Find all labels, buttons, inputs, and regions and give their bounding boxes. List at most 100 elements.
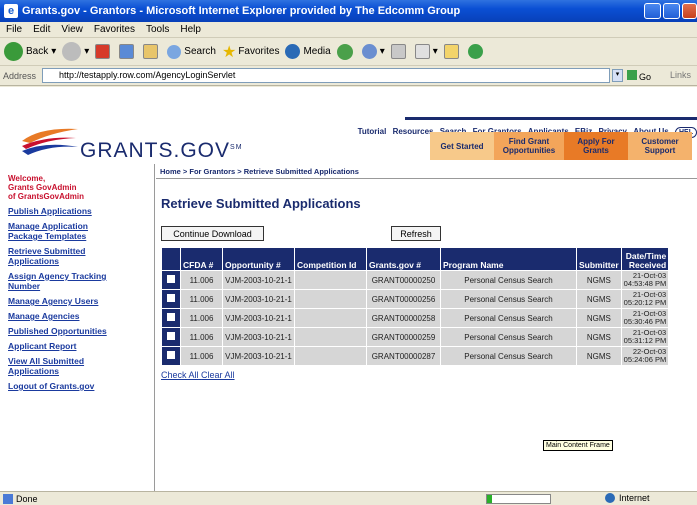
column-date-received: Date/Time Received — [620, 247, 670, 271]
sidebar-logout[interactable]: Logout of Grants.gov — [8, 381, 154, 391]
row-checkbox[interactable] — [161, 346, 181, 366]
forward-button[interactable]: ▾ — [62, 42, 89, 61]
opportunity-cell: VJM-2003-10-21-1 — [222, 289, 295, 309]
title-bar: e Grants.gov - Grantors - Microsoft Inte… — [0, 0, 697, 22]
sidebar-manage-agencies[interactable]: Manage Agencies — [8, 311, 154, 321]
grants-gov-cell: GRANT00000259 — [366, 327, 441, 347]
go-arrow-icon — [627, 70, 637, 80]
minimize-button[interactable] — [644, 3, 661, 19]
check-all-link[interactable]: Check All — [161, 370, 199, 380]
continue-download-button[interactable]: Continue Download — [161, 226, 264, 241]
menu-view[interactable]: View — [61, 24, 83, 35]
row-checkbox[interactable] — [161, 308, 181, 328]
competition-cell — [294, 289, 367, 309]
refresh-toolbar-button[interactable] — [119, 44, 137, 59]
breadcrumb[interactable]: Home > For Grantors > Retrieve Submitted… — [156, 164, 697, 179]
favorites-button[interactable]: ★ Favorites — [222, 42, 279, 62]
table-row: 11.006 VJM-2003-10-21-1 GRANT00000258 Pe… — [161, 308, 670, 328]
search-toolbar-button[interactable]: Search — [167, 44, 216, 59]
messenger-icon — [467, 44, 483, 59]
status-bar: Done Internet — [0, 491, 697, 505]
go-button[interactable]: Go — [627, 70, 651, 82]
cfda-cell: 11.006 — [180, 308, 223, 328]
links-label[interactable]: Links — [670, 70, 691, 80]
sidebar-applicant-report[interactable]: Applicant Report — [8, 341, 154, 351]
refresh-button[interactable]: Refresh — [391, 226, 441, 241]
column-cfda: CFDA # — [180, 247, 223, 271]
tab-customer-support[interactable]: Customer Support — [628, 132, 692, 160]
grants-logo-swoosh-icon — [22, 128, 78, 155]
page-title: Retrieve Submitted Applications — [161, 196, 361, 211]
maximize-button[interactable] — [663, 3, 680, 19]
messenger-button[interactable] — [467, 44, 486, 59]
sidebar-published-opportunities[interactable]: Published Opportunities — [8, 326, 154, 336]
competition-cell — [294, 327, 367, 347]
close-button[interactable] — [682, 3, 697, 19]
sidebar-assign-tracking-number[interactable]: Assign Agency Tracking Number — [8, 271, 138, 291]
tab-apply-for-grants[interactable]: Apply For Grants — [564, 132, 628, 160]
home-icon — [143, 44, 159, 59]
stop-button[interactable] — [95, 44, 113, 59]
opportunity-cell: VJM-2003-10-21-1 — [222, 308, 295, 328]
program-name-cell: Personal Census Search — [440, 270, 577, 290]
mail-button[interactable]: ▾ — [361, 44, 385, 59]
tab-get-started[interactable]: Get Started — [430, 132, 494, 160]
table-row: 11.006 VJM-2003-10-21-1 GRANT00000256 Pe… — [161, 289, 670, 309]
competition-cell — [294, 308, 367, 328]
media-button[interactable]: Media — [285, 44, 331, 59]
grants-gov-cell: GRANT00000287 — [366, 346, 441, 366]
address-input[interactable]: http://testapply.row.com/AgencyLoginServ… — [42, 68, 610, 83]
grants-gov-logo[interactable]: GRANTS.GOVSM — [80, 139, 243, 163]
sidebar-view-all-submitted[interactable]: View All Submitted Applications — [8, 356, 113, 376]
row-checkbox[interactable] — [161, 289, 181, 309]
row-checkbox[interactable] — [161, 270, 181, 290]
edit-icon — [414, 44, 430, 59]
sidebar-publish-applications[interactable]: Publish Applications — [8, 206, 154, 216]
security-zone: Internet — [605, 493, 650, 503]
star-icon: ★ — [221, 43, 237, 61]
program-name-cell: Personal Census Search — [440, 308, 577, 328]
table-row: 11.006 VJM-2003-10-21-1 GRANT00000259 Pe… — [161, 327, 670, 347]
submissions-table: CFDA # Opportunity # Competition Id Gran… — [161, 247, 670, 366]
clear-all-link[interactable]: Clear All — [201, 370, 235, 380]
home-button[interactable] — [143, 44, 161, 59]
print-button[interactable] — [390, 44, 409, 59]
progress-bar — [486, 494, 551, 504]
table-row: 11.006 VJM-2003-10-21-1 GRANT00000250 Pe… — [161, 270, 670, 290]
sidebar-retrieve-submitted[interactable]: Retrieve Submitted Applications — [8, 246, 118, 266]
sidebar-manage-templates[interactable]: Manage Application Package Templates — [8, 221, 118, 241]
submitter-cell: NGMS — [576, 289, 622, 309]
column-competition-id: Competition Id — [294, 247, 367, 271]
menu-favorites[interactable]: Favorites — [94, 24, 135, 35]
sidebar-manage-agency-users[interactable]: Manage Agency Users — [8, 296, 154, 306]
program-name-cell: Personal Census Search — [440, 289, 577, 309]
frame-tooltip: Main Content Frame — [543, 440, 613, 451]
menu-file[interactable]: File — [6, 24, 22, 35]
menu-tools[interactable]: Tools — [146, 24, 169, 35]
edit-button[interactable]: ▾ — [414, 44, 438, 59]
grants-gov-cell: GRANT00000256 — [366, 289, 441, 309]
refresh-icon — [119, 44, 135, 59]
menu-edit[interactable]: Edit — [33, 24, 50, 35]
back-button[interactable]: Back ▾ — [4, 42, 56, 61]
tab-find-grant-opportunities[interactable]: Find Grant Opportunities — [494, 132, 564, 160]
grants-gov-cell: GRANT00000258 — [366, 308, 441, 328]
column-program-name: Program Name — [440, 247, 577, 271]
page-content: GRANTS.GOVSM Tutorial Resources Search F… — [0, 87, 697, 491]
cfda-cell: 11.006 — [180, 346, 223, 366]
grants-gov-cell: GRANT00000250 — [366, 270, 441, 290]
address-bar: Address http://testapply.row.com/AgencyL… — [0, 66, 697, 86]
header-divider — [405, 117, 697, 120]
nav-resources[interactable]: Resources — [393, 127, 434, 136]
folder-button[interactable] — [443, 44, 462, 59]
column-grants-gov: Grants.gov # — [366, 247, 441, 271]
nav-tutorial[interactable]: Tutorial — [358, 127, 387, 136]
row-checkbox[interactable] — [161, 327, 181, 347]
back-arrow-icon — [4, 42, 23, 61]
ie-logo-icon: e — [4, 4, 18, 18]
address-dropdown-icon[interactable]: ▾ — [612, 69, 623, 82]
page-done-icon — [3, 493, 13, 504]
history-button[interactable] — [336, 43, 356, 60]
menu-bar: File Edit View Favorites Tools Help — [0, 22, 697, 38]
menu-help[interactable]: Help — [180, 24, 201, 35]
